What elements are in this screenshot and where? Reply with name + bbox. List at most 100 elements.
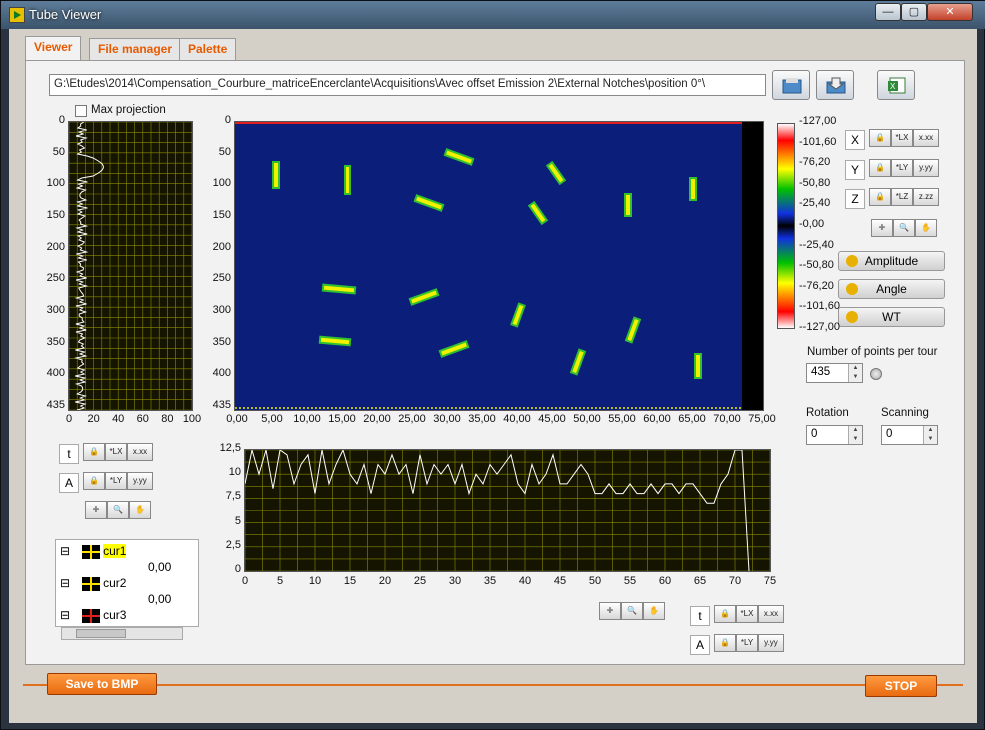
side-y-tick: 0 — [58, 114, 65, 126]
main-y-tick: 150 — [212, 209, 231, 221]
stop-button[interactable]: STOP — [865, 675, 937, 697]
y-lock-button[interactable]: 🔒 — [869, 159, 891, 177]
tab-viewer[interactable]: Viewer — [25, 36, 82, 60]
bottom-t-format-button[interactable]: x.xx — [758, 605, 784, 623]
main-x-tick: 25,00 — [398, 413, 426, 425]
notch-indication — [694, 353, 702, 379]
minimize-button[interactable]: — — [875, 3, 901, 21]
color-scale-tick: --127,00 — [799, 321, 840, 333]
cursor-row-cur3[interactable]: ⊟ cur3 — [60, 608, 126, 623]
wt-button-label: WT — [882, 310, 901, 324]
bottom-a-autoscale-button[interactable]: *LY — [736, 634, 758, 652]
rotation-input[interactable]: 0 ▲ ▼ — [806, 425, 863, 445]
left-cursor-tool-button[interactable]: ✛ — [85, 501, 107, 519]
x-autoscale-button[interactable]: *LX — [891, 129, 913, 147]
a-lock-button[interactable]: 🔒 — [83, 472, 105, 490]
window-title: Tube Viewer — [29, 7, 102, 22]
bottom-pan-tool-button[interactable]: ✋ — [643, 602, 665, 620]
cursor-list-scrollbar[interactable] — [61, 627, 183, 640]
path-field[interactable]: G:\Etudes\2014\Compensation_Courbure_mat… — [49, 74, 766, 96]
max-projection-checkbox[interactable] — [75, 105, 87, 117]
open-file-button[interactable] — [772, 70, 810, 100]
left-pan-tool-button[interactable]: ✋ — [129, 501, 151, 519]
cursor-list[interactable]: ⊟ cur1 0,00 ⊟ cur2 0,00 ⊟ cur3 — [55, 539, 199, 627]
side-projection-plot[interactable] — [68, 121, 193, 411]
t-lock-button[interactable]: 🔒 — [83, 443, 105, 461]
client-area: Viewer File manager Palette G:\Etudes\20… — [9, 29, 977, 723]
a-scan-y-tick: 12,5 — [219, 442, 241, 454]
pan-tool-button[interactable]: ✋ — [915, 219, 937, 237]
points-per-tour-value: 435 — [811, 366, 831, 378]
side-x-tick: 100 — [182, 413, 202, 425]
rotation-spinner[interactable]: ▲ ▼ — [848, 426, 862, 444]
scanning-spinner[interactable]: ▲ ▼ — [923, 426, 937, 444]
color-scale-tick: -76,20 — [799, 156, 831, 169]
main-y-tick: 400 — [212, 367, 231, 380]
a-scan-x-tick: 35 — [483, 575, 497, 587]
angle-icon — [846, 283, 858, 295]
a-autoscale-button[interactable]: *LY — [105, 472, 127, 490]
angle-button[interactable]: Angle — [838, 279, 945, 299]
bottom-a-lock-button[interactable]: 🔒 — [714, 634, 736, 652]
x-format-button[interactable]: x.xx — [913, 129, 939, 147]
amplitude-button[interactable]: Amplitude — [838, 251, 945, 271]
notch-indication — [689, 177, 697, 201]
save-bmp-button[interactable]: Save to BMP — [47, 673, 157, 695]
bottom-cursor-tool-button[interactable]: ✛ — [599, 602, 621, 620]
a-scan-x-tick: 75 — [763, 575, 777, 587]
bottom-a-format-button[interactable]: y.yy — [758, 634, 784, 652]
a-scan-svg — [244, 448, 771, 572]
points-per-tour-input[interactable]: 435 ▲ ▼ — [806, 363, 863, 383]
z-autoscale-button[interactable]: *LZ — [891, 188, 913, 206]
side-y-tick: 400 — [46, 367, 65, 380]
color-scale-tick: --76,20 — [799, 279, 834, 292]
rotation-label: Rotation — [806, 407, 849, 419]
a-format-button[interactable]: y.yy — [127, 472, 153, 490]
bottom-t-autoscale-button[interactable]: *LX — [736, 605, 758, 623]
wt-button[interactable]: WT — [838, 307, 945, 327]
save-file-button[interactable] — [816, 70, 854, 100]
x-lock-button[interactable]: 🔒 — [869, 129, 891, 147]
z-lock-button[interactable]: 🔒 — [869, 188, 891, 206]
main-x-tick: 15,00 — [328, 413, 356, 425]
y-format-button[interactable]: y.yy — [913, 159, 939, 177]
t-format-button[interactable]: x.xx — [127, 443, 153, 461]
crosshair-icon — [82, 544, 101, 559]
a-scan-x-tick: 55 — [623, 575, 637, 587]
cursor-row-cur2[interactable]: ⊟ cur2 — [60, 576, 126, 591]
t-autoscale-button[interactable]: *LX — [105, 443, 127, 461]
tab-file-manager[interactable]: File manager — [89, 38, 182, 60]
cursor-tool-button[interactable]: ✛ — [871, 219, 893, 237]
close-button[interactable]: ✕ — [927, 3, 973, 21]
main-x-tick: 70,00 — [713, 413, 741, 425]
z-format-button[interactable]: z.zz — [913, 188, 939, 206]
scanning-input[interactable]: 0 ▲ ▼ — [881, 425, 938, 445]
main-y-tick: 435 — [212, 399, 231, 411]
image-empty-region — [742, 122, 763, 410]
main-y-tick: 200 — [212, 240, 231, 253]
a-scan-x-tick: 0 — [241, 575, 249, 587]
bottom-t-lock-button[interactable]: 🔒 — [714, 605, 736, 623]
scrollbar-thumb[interactable] — [76, 629, 126, 638]
apply-led-button[interactable] — [870, 368, 882, 380]
side-projection-svg — [68, 121, 193, 411]
main-x-tick: 30,00 — [433, 413, 461, 425]
main-x-tick: 45,00 — [538, 413, 566, 425]
a-scan-x-tick: 70 — [728, 575, 742, 587]
left-zoom-tool-button[interactable]: 🔍 — [107, 501, 129, 519]
main-image-plot[interactable] — [234, 121, 764, 411]
cursor-row-cur1[interactable]: ⊟ cur1 — [60, 544, 127, 559]
y-autoscale-button[interactable]: *LY — [891, 159, 913, 177]
zoom-tool-button[interactable]: 🔍 — [893, 219, 915, 237]
export-excel-button[interactable]: X — [877, 70, 915, 100]
tab-palette[interactable]: Palette — [179, 38, 237, 60]
a-axis-label: A — [59, 473, 79, 493]
bottom-zoom-tool-button[interactable]: 🔍 — [621, 602, 643, 620]
color-scale-bar[interactable] — [777, 123, 795, 329]
a-scan-plot[interactable] — [244, 448, 771, 572]
a-scan-x-tick: 25 — [413, 575, 427, 587]
x-axis-label: X — [845, 130, 865, 150]
a-scan-x-tick: 60 — [658, 575, 672, 587]
points-per-tour-spinner[interactable]: ▲ ▼ — [848, 364, 862, 382]
maximize-button[interactable]: ▢ — [901, 3, 927, 21]
